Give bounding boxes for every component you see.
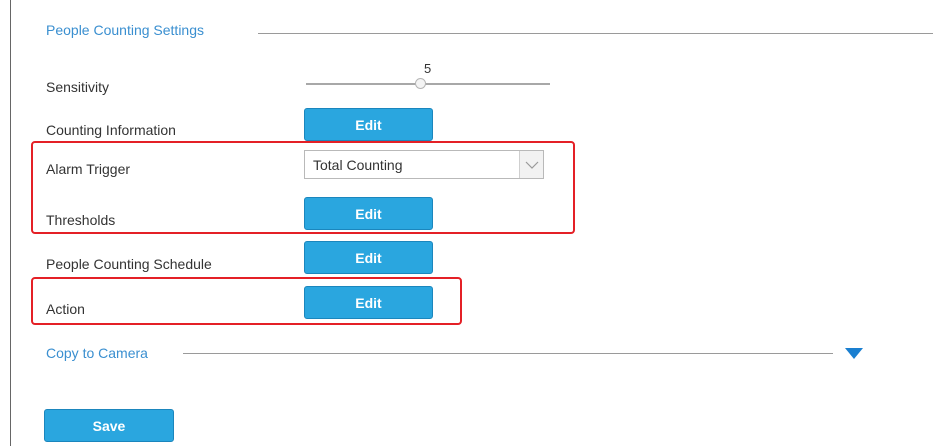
section-divider-copy	[183, 353, 833, 354]
counting-information-label: Counting Information	[46, 122, 176, 138]
save-button[interactable]: Save	[44, 409, 174, 442]
sensitivity-slider-track[interactable]	[306, 83, 550, 85]
sensitivity-value: 5	[424, 61, 432, 76]
section-title-copy-to-camera[interactable]: Copy to Camera	[46, 345, 148, 361]
triangle-down-icon[interactable]	[845, 348, 863, 359]
highlight-box-action	[31, 277, 462, 325]
people-counting-schedule-label: People Counting Schedule	[46, 256, 212, 272]
left-divider	[10, 0, 11, 446]
highlight-box-alarm-thresholds	[31, 141, 575, 234]
sensitivity-label: Sensitivity	[46, 79, 110, 95]
section-divider-settings	[258, 33, 933, 34]
section-title-settings: People Counting Settings	[46, 22, 204, 38]
people-counting-schedule-edit-button[interactable]: Edit	[304, 241, 433, 274]
sensitivity-slider-thumb[interactable]	[415, 78, 426, 89]
counting-information-edit-button[interactable]: Edit	[304, 108, 433, 141]
